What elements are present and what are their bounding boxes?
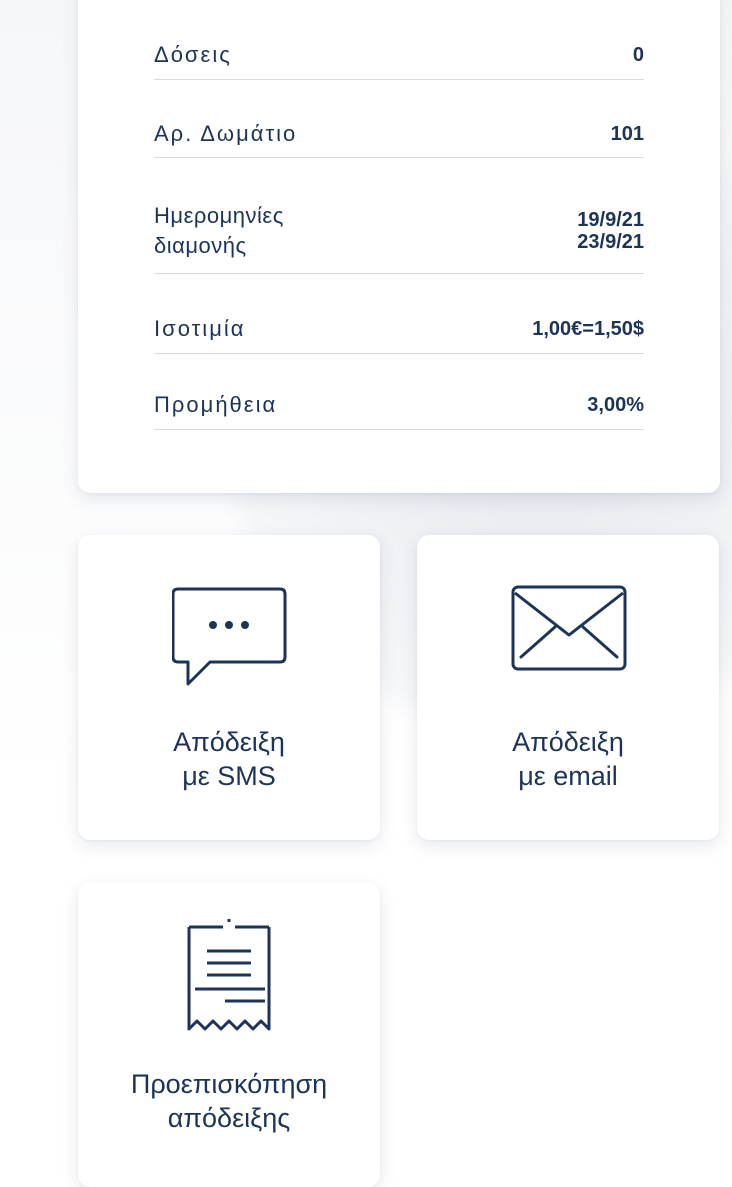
- stay-dates-value: 19/9/21 23/9/21: [577, 209, 644, 253]
- payment-details-card: Δόσεις 0 Αρ. Δωμάτιο 101 Ημερομηνίες δια…: [78, 0, 720, 493]
- receipt-email-line2: με email: [518, 761, 618, 791]
- commission-value: 3,00%: [587, 393, 644, 416]
- stay-dates-start: 19/9/21: [577, 208, 644, 231]
- receipt-sms-line2: με SMS: [182, 761, 276, 791]
- installments-value: 0: [632, 43, 644, 66]
- detail-row-room-number: Αρ. Δωμάτιο 101: [154, 110, 644, 158]
- receipt-email-line1: Απόδειξη: [512, 727, 624, 757]
- receipt-sms-button[interactable]: Απόδειξη με SMS: [78, 535, 380, 840]
- room-number-label: Αρ. Δωμάτιο: [154, 120, 298, 146]
- detail-row-stay-dates: Ημερομηνίες διαμονής 19/9/21 23/9/21: [154, 188, 644, 274]
- receipt-email-button[interactable]: Απόδειξη με email: [417, 535, 719, 840]
- envelope-icon: [511, 585, 627, 676]
- stay-dates-end: 23/9/21: [577, 230, 644, 253]
- room-number-value: 101: [610, 122, 644, 145]
- receipt-preview-line2: απόδειξης: [167, 1103, 291, 1133]
- receipt-preview-label: Προεπισκόπηση απόδειξης: [53, 1067, 405, 1135]
- detail-row-commission: Προμήθεια 3,00%: [154, 380, 644, 430]
- stay-dates-label-line2: διαμονής: [154, 232, 247, 258]
- receipt-sms-line1: Απόδειξη: [173, 727, 285, 757]
- installments-label: Δόσεις: [154, 41, 232, 67]
- chat-bubble-icon: [171, 587, 288, 694]
- commission-label: Προμήθεια: [154, 391, 278, 417]
- stay-dates-label-line1: Ημερομηνίες: [154, 202, 284, 228]
- stay-dates-label: Ημερομηνίες διαμονής: [154, 201, 284, 261]
- receipt-preview-line1: Προεπισκόπηση: [130, 1069, 328, 1099]
- receipt-preview-button[interactable]: Προεπισκόπηση απόδειξης: [78, 882, 380, 1187]
- receipt-icon: [185, 917, 275, 1047]
- detail-row-exchange-rate: Ισοτιμία 1,00€=1,50$: [154, 304, 644, 354]
- receipt-email-label: Απόδειξη με email: [417, 725, 719, 793]
- detail-row-installments: Δόσεις 0: [154, 30, 644, 80]
- exchange-rate-value: 1,00€=1,50$: [532, 317, 644, 340]
- receipt-sms-label: Απόδειξη με SMS: [78, 725, 380, 793]
- exchange-rate-label: Ισοτιμία: [154, 315, 246, 341]
